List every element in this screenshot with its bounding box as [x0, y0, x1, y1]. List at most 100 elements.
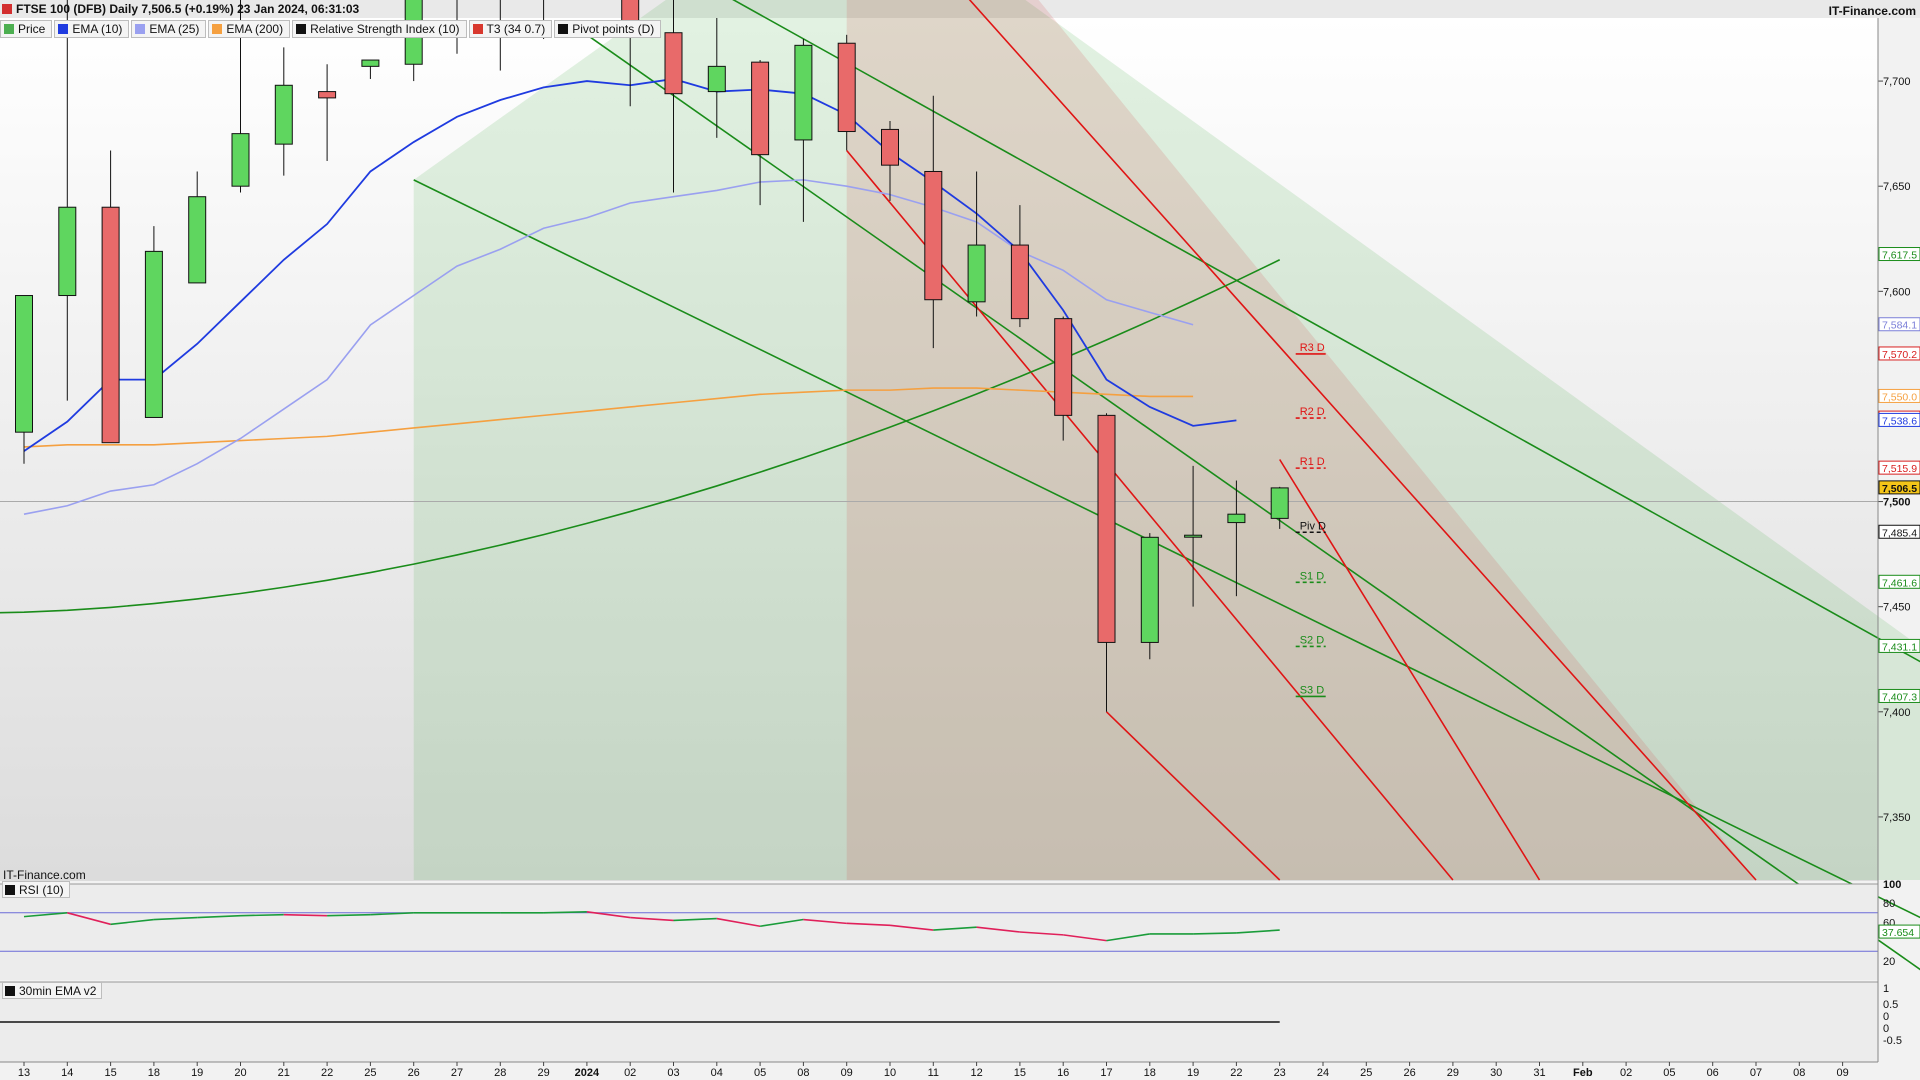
x-tick-label: 28 — [494, 1067, 506, 1079]
y-tick-label: 7,350 — [1883, 812, 1911, 824]
candle-up — [1184, 534, 1203, 538]
pivot-label: R1 D — [1300, 456, 1325, 468]
pivot-label: S1 D — [1300, 570, 1325, 582]
x-tick-label: 21 — [278, 1067, 290, 1079]
x-tick-label: 15 — [104, 1067, 116, 1079]
candle-up — [1270, 487, 1289, 519]
candle-down — [101, 206, 120, 444]
chart-canvas[interactable]: R3 D R2 D R1 D Piv D S1 D S2 D S3 D 7,700 7,650… — [0, 0, 1920, 1080]
t3-swatch-icon — [472, 24, 483, 34]
pivot-label: S2 D — [1300, 634, 1325, 646]
x-tick-label: 25 — [364, 1067, 376, 1079]
candle-up — [15, 295, 33, 433]
x-tick-label: 15 — [1014, 1067, 1026, 1079]
price-label: 7,550.0 — [1882, 391, 1917, 403]
ema30-tick-label: -0.5 — [1883, 1035, 1902, 1047]
pivot-label: R3 D — [1300, 342, 1325, 354]
ema30-panel-label-text: 30min EMA v2 — [19, 983, 97, 998]
x-tick-label: 16 — [1057, 1067, 1069, 1079]
price-label: 7,538.6 — [1882, 415, 1917, 427]
candle-down — [621, 0, 640, 23]
candle-up — [967, 244, 986, 303]
x-tick-label: 06 — [1707, 1067, 1719, 1079]
candle-up — [361, 59, 380, 67]
price-swatch-icon — [4, 24, 14, 34]
candle-down — [664, 32, 683, 95]
candle-down — [318, 91, 337, 99]
x-tick-label: 09 — [841, 1067, 853, 1079]
rsi-tick-label: 20 — [1883, 956, 1895, 968]
price-label: 7,617.5 — [1882, 250, 1917, 262]
x-tick-label: 02 — [1620, 1067, 1632, 1079]
ema30-tick-label: 0.5 — [1883, 999, 1898, 1011]
pivot-label: Piv D — [1300, 520, 1326, 532]
chart-title: FTSE 100 (DFB) Daily 7,506.5 (+0.19%) 23… — [0, 2, 359, 16]
rsi-segment — [283, 913, 328, 917]
x-tick-label: 24 — [1317, 1067, 1329, 1079]
x-tick-label: 31 — [1533, 1067, 1545, 1079]
legend-ema200[interactable]: EMA (200) — [208, 20, 291, 38]
candle-up — [188, 196, 207, 284]
legend-ema25[interactable]: EMA (25) — [131, 20, 207, 38]
ema30-tick-label: 1 — [1883, 983, 1889, 995]
ema30-panel[interactable] — [0, 981, 1878, 1062]
candle-down — [881, 128, 899, 166]
price-label: 7,407.3 — [1882, 691, 1917, 703]
rsi-last-label: 37.654 — [1882, 927, 1914, 939]
candle-up — [1140, 536, 1159, 643]
x-tick-label: Feb — [1573, 1067, 1593, 1079]
x-tick-label: 14 — [61, 1067, 73, 1079]
x-tick-label: 26 — [408, 1067, 420, 1079]
rsi-swatch-icon — [296, 24, 307, 34]
candle-up — [274, 84, 293, 145]
watermark: IT-Finance.com — [3, 868, 86, 882]
rsi-segment — [1193, 932, 1237, 935]
x-tick-label: 22 — [321, 1067, 333, 1079]
rsi-panel[interactable] — [0, 883, 1878, 980]
candle-down — [837, 42, 856, 133]
x-tick-label: 12 — [970, 1067, 982, 1079]
x-tick-label: 26 — [1403, 1067, 1415, 1079]
legend-label: EMA (25) — [149, 22, 200, 36]
brand-label: IT-Finance.com — [1828, 4, 1916, 18]
y-tick-label: 7,500 — [1883, 497, 1911, 509]
x-tick-label: 19 — [1187, 1067, 1199, 1079]
price-label: 7,584.1 — [1882, 320, 1917, 332]
pivot-label: S3 D — [1300, 684, 1325, 696]
ema10-swatch-icon — [58, 24, 69, 34]
x-tick-label: 03 — [667, 1067, 679, 1079]
candle-down — [1010, 244, 1029, 320]
ema30-panel-icon — [5, 985, 15, 996]
rsi-background — [0, 884, 1878, 980]
candle-down — [1097, 414, 1116, 643]
price-label: 7,570.2 — [1882, 349, 1917, 361]
rsi-tick-label: 80 — [1883, 898, 1895, 910]
x-tick-label: 13 — [18, 1067, 30, 1079]
y-tick-label: 7,700 — [1883, 76, 1911, 88]
x-tick-label: 27 — [451, 1067, 463, 1079]
candle-up — [1227, 513, 1246, 524]
y-tick-label: 7,400 — [1883, 707, 1911, 719]
x-tick-label: 18 — [1144, 1067, 1156, 1079]
ema30-panel-label[interactable]: 30min EMA v2 — [2, 982, 103, 999]
x-tick-label: 2024 — [575, 1067, 600, 1079]
price-label: 7,485.4 — [1882, 527, 1917, 539]
x-tick-label: 29 — [1447, 1067, 1459, 1079]
legend-price[interactable]: Price — [0, 20, 53, 38]
rsi-panel-label[interactable]: RSI (10) — [2, 881, 70, 898]
rsi-panel-label-text: RSI (10) — [19, 882, 64, 897]
legend-t3[interactable]: T3 (34 0.7) — [468, 20, 553, 38]
legend-rsi[interactable]: Relative Strength Index (10) — [292, 20, 467, 38]
rsi-panel-icon — [5, 884, 15, 895]
x-tick-label: 17 — [1100, 1067, 1112, 1079]
candle-up — [144, 250, 163, 418]
pivots-swatch-icon — [558, 24, 569, 34]
ema25-swatch-icon — [135, 24, 146, 34]
price-label: 7,461.6 — [1882, 577, 1917, 589]
rsi-segment — [543, 911, 587, 914]
ema30-tick-label: 0 — [1883, 1011, 1889, 1023]
x-tick-label: 09 — [1836, 1067, 1848, 1079]
chart-title-text: FTSE 100 (DFB) Daily 7,506.5 (+0.19%) 23… — [16, 2, 360, 16]
legend-pivots[interactable]: Pivot points (D) — [554, 20, 662, 38]
legend-ema10[interactable]: EMA (10) — [54, 20, 130, 38]
